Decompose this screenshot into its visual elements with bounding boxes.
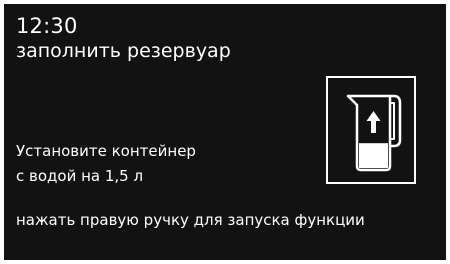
water-jug-fill-icon: [326, 76, 416, 184]
instruction-line-2: с водой на 1,5 л: [16, 167, 144, 185]
clock-time: 12:30: [16, 14, 78, 38]
hint-text: нажать правую ручку для запуска функции: [16, 211, 365, 229]
jug-water-level: [359, 143, 388, 168]
arrow-up-icon: [366, 111, 381, 133]
instruction-line-1: Установите контейнер: [16, 142, 196, 160]
appliance-display: 12:30 заполнить резервуар Установите кон…: [4, 4, 446, 260]
screen-title: заполнить резервуар: [16, 40, 231, 62]
instruction-text: Установите контейнер с водой на 1,5 л: [16, 139, 196, 189]
